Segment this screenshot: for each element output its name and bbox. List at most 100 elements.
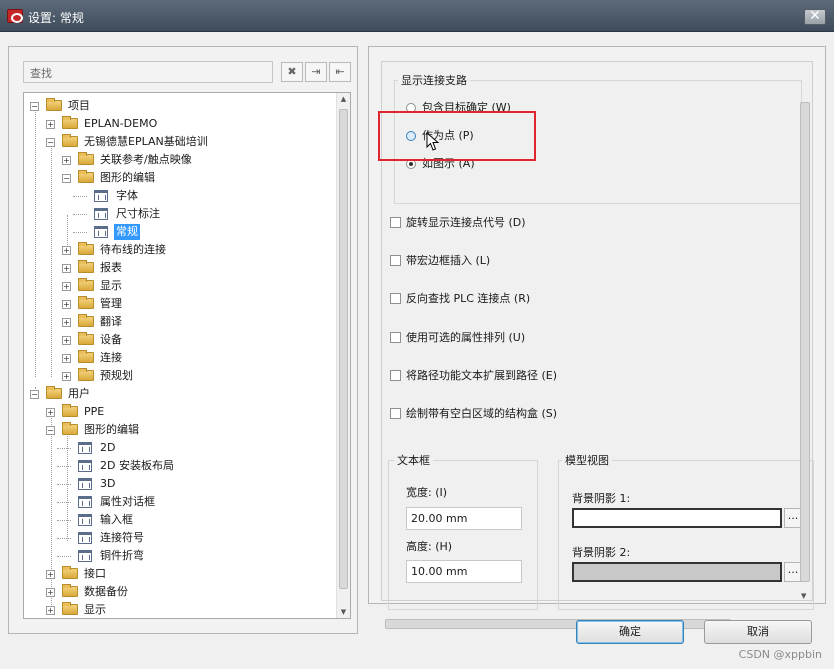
expand-icon[interactable]: + bbox=[46, 408, 55, 417]
scroll-thumb[interactable] bbox=[800, 102, 810, 582]
expand-icon[interactable]: + bbox=[62, 156, 71, 165]
tree-item[interactable]: + 翻译 bbox=[24, 313, 336, 331]
expand-icon[interactable]: + bbox=[62, 264, 71, 273]
tree-item[interactable]: + 关联参考/触点映像 bbox=[24, 151, 336, 169]
import-button[interactable]: ⇥ bbox=[305, 62, 327, 82]
tree-item[interactable]: 2D bbox=[24, 439, 336, 457]
tree-item[interactable]: + 连接 bbox=[24, 349, 336, 367]
tree-vertical-scrollbar[interactable]: ▲ ▼ bbox=[336, 93, 350, 618]
ok-button[interactable]: 确定 bbox=[576, 620, 684, 644]
tree-item[interactable]: 尺寸标注 bbox=[24, 205, 336, 223]
background-shade-1-color[interactable] bbox=[572, 508, 782, 528]
tree-item[interactable]: − 无锡德慧EPLAN基础培训 bbox=[24, 133, 336, 151]
height-input[interactable]: 10.00 mm bbox=[406, 560, 522, 583]
background-shade-2-color[interactable] bbox=[572, 562, 782, 582]
close-button[interactable]: ✕ bbox=[804, 9, 826, 25]
collapse-icon[interactable]: − bbox=[30, 102, 39, 111]
tree-item[interactable]: 连接符号 bbox=[24, 529, 336, 547]
tree-item-label: 显示 bbox=[100, 279, 122, 292]
tree-item[interactable]: − 项目 bbox=[24, 97, 336, 115]
tree-item[interactable]: − 用户 bbox=[24, 385, 336, 403]
collapse-icon[interactable]: − bbox=[62, 174, 71, 183]
checkbox-icon[interactable] bbox=[390, 369, 401, 381]
settings-page-icon bbox=[78, 532, 92, 544]
tree-item[interactable]: + 管理 bbox=[24, 295, 336, 313]
tree-item-label: 显示 bbox=[84, 603, 106, 616]
expand-icon[interactable]: + bbox=[62, 300, 71, 309]
checkbox-rotate-connection-designation[interactable]: 旋转显示连接点代号 (D) bbox=[390, 215, 526, 231]
checkbox-reverse-find-plc[interactable]: 反向查找 PLC 连接点 (R) bbox=[390, 291, 530, 307]
tree-item[interactable]: 常规 bbox=[24, 223, 336, 241]
content-vertical-scrollbar[interactable]: ▼ bbox=[798, 102, 812, 600]
red-highlight-box bbox=[378, 111, 536, 161]
tree-item-label: 报表 bbox=[100, 261, 122, 274]
text-frame-title: 文本框 bbox=[394, 452, 433, 468]
expand-icon[interactable]: + bbox=[46, 606, 55, 615]
expand-icon[interactable]: + bbox=[62, 354, 71, 363]
tree-item[interactable]: 3D bbox=[24, 475, 336, 493]
scroll-up-arrow-icon[interactable]: ▲ bbox=[339, 95, 348, 103]
tree-item[interactable]: 输入框 bbox=[24, 511, 336, 529]
tree-item[interactable]: + 待布线的连接 bbox=[24, 241, 336, 259]
height-label: 高度: (H) bbox=[406, 540, 453, 553]
width-input[interactable]: 20.00 mm bbox=[406, 507, 522, 530]
scroll-down-arrow-icon[interactable]: ▼ bbox=[339, 608, 348, 616]
expand-icon[interactable]: + bbox=[46, 570, 55, 579]
search-input[interactable]: 查找 bbox=[23, 61, 273, 83]
tree-item[interactable]: − 图形的编辑 bbox=[24, 169, 336, 187]
tree-item[interactable]: 属性对话框 bbox=[24, 493, 336, 511]
tree-item[interactable]: 2D 安装板布局 bbox=[24, 457, 336, 475]
expand-icon[interactable]: + bbox=[62, 282, 71, 291]
checkbox-icon[interactable] bbox=[390, 216, 401, 228]
expand-icon[interactable]: + bbox=[62, 336, 71, 345]
tree-item-label: PPE bbox=[84, 405, 105, 418]
checkbox-optional-property-arrangement[interactable]: 使用可选的属性排列 (U) bbox=[390, 330, 525, 346]
expand-icon[interactable]: + bbox=[62, 246, 71, 255]
tree-item[interactable]: + 预规划 bbox=[24, 367, 336, 385]
tree-item-label: 管理 bbox=[100, 297, 122, 310]
folder-icon bbox=[46, 386, 62, 399]
collapse-icon[interactable]: − bbox=[46, 426, 55, 435]
scroll-thumb[interactable] bbox=[339, 109, 348, 589]
tree-item[interactable]: + EPLAN-DEMO bbox=[24, 115, 336, 133]
expand-icon[interactable]: + bbox=[46, 588, 55, 597]
tree-item-label: 图形的编辑 bbox=[100, 171, 155, 184]
checkbox-draw-structure-box[interactable]: 绘制带有空白区域的结构盒 (S) bbox=[390, 406, 557, 422]
tree-item[interactable]: + 设备 bbox=[24, 331, 336, 349]
tree-item[interactable]: 字体 bbox=[24, 187, 336, 205]
checkbox-extend-path-text[interactable]: 将路径功能文本扩展到路径 (E) bbox=[390, 368, 557, 384]
checkbox-insert-with-macro-border[interactable]: 带宏边框插入 (L) bbox=[390, 253, 490, 269]
text-frame-group bbox=[388, 460, 538, 610]
expand-icon[interactable]: + bbox=[62, 318, 71, 327]
settings-dialog: 查找 ✖ ⇥ ⇤ ▲ ▼ − 项目 + EPLAN-DEMO − 无锡德慧EPLAN基础培… bbox=[0, 32, 834, 669]
background-shade-1-label: 背景阴影 1: bbox=[572, 492, 631, 505]
tree-item[interactable]: + 显示 bbox=[24, 601, 336, 618]
background-shade-2-label: 背景阴影 2: bbox=[572, 546, 631, 559]
collapse-icon[interactable]: − bbox=[30, 390, 39, 399]
tree-item-label: 2D bbox=[100, 441, 116, 454]
tree-item[interactable]: + 显示 bbox=[24, 277, 336, 295]
tree-item-label: 3D bbox=[100, 477, 116, 490]
tree-item[interactable]: + 数据备份 bbox=[24, 583, 336, 601]
scroll-down-arrow-icon[interactable]: ▼ bbox=[801, 592, 806, 600]
tree-item-label: 项目 bbox=[68, 99, 90, 112]
export-button[interactable]: ⇤ bbox=[329, 62, 351, 82]
expand-icon[interactable]: + bbox=[46, 120, 55, 129]
tree-item[interactable]: 铜件折弯 bbox=[24, 547, 336, 565]
collapse-icon[interactable]: − bbox=[46, 138, 55, 147]
tree-item[interactable]: + 接口 bbox=[24, 565, 336, 583]
checkbox-icon[interactable] bbox=[390, 254, 401, 266]
expand-icon[interactable]: + bbox=[62, 372, 71, 381]
tree-item[interactable]: − 图形的编辑 bbox=[24, 421, 336, 439]
tree-item-label: 连接符号 bbox=[100, 531, 144, 544]
cancel-button[interactable]: 取消 bbox=[704, 620, 812, 644]
checkbox-icon[interactable] bbox=[390, 331, 401, 343]
clear-search-button[interactable]: ✖ bbox=[281, 62, 303, 82]
checkbox-icon[interactable] bbox=[390, 292, 401, 304]
title-bar: 设置: 常规 ✕ bbox=[0, 0, 834, 32]
tree-item-label: 连接 bbox=[100, 351, 122, 364]
tree-item[interactable]: + PPE bbox=[24, 403, 336, 421]
checkbox-icon[interactable] bbox=[390, 407, 401, 419]
settings-page-icon bbox=[78, 550, 92, 562]
tree-item[interactable]: + 报表 bbox=[24, 259, 336, 277]
